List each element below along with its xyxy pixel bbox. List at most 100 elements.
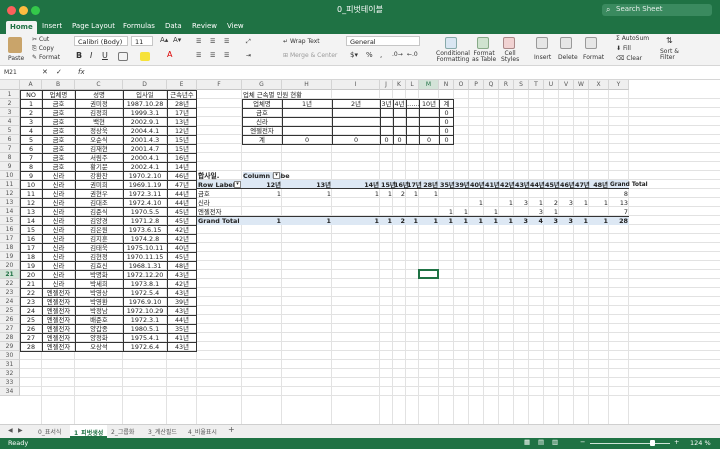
employee-table-cell[interactable]: 정상욱 — [76, 127, 122, 135]
employee-table-cell[interactable]: 엔젤전자 — [43, 298, 74, 306]
pivot-column-header[interactable]: 16년 — [394, 181, 409, 189]
pivot-column-header[interactable]: 45년 — [545, 181, 560, 189]
pivot-value-cell[interactable]: 3 — [530, 208, 543, 216]
employee-table-cell[interactable]: 신라 — [43, 190, 74, 198]
copy-button[interactable]: ⎘ Copy — [32, 45, 54, 53]
employee-table-cell[interactable]: 42년 — [168, 280, 196, 288]
summary-table-cell[interactable]: 0 — [440, 109, 453, 117]
confirm-formula-icon[interactable]: ✓ — [56, 68, 62, 76]
employee-table-cell[interactable]: 7 — [21, 154, 41, 162]
employee-table-cell[interactable]: 박명화 — [76, 271, 122, 279]
pivot-value-cell[interactable]: 1 — [333, 190, 379, 198]
pivot-grand-total-cell[interactable]: 1 — [455, 217, 468, 225]
sheet-tab-3[interactable]: 3_계산필드 — [148, 427, 177, 436]
select-all-corner[interactable] — [0, 80, 20, 90]
employee-table-cell[interactable]: 신라 — [43, 199, 74, 207]
employee-table-cell[interactable]: 39년 — [168, 298, 196, 306]
employee-table-cell[interactable]: 2 — [21, 109, 41, 117]
pivot-grand-total-cell[interactable]: 1 — [485, 217, 498, 225]
column-header[interactable]: G — [242, 80, 282, 90]
pivot-value-cell[interactable]: 1 — [420, 190, 438, 198]
employee-table-cell[interactable]: 8 — [21, 163, 41, 171]
row-header[interactable]: 31 — [0, 360, 20, 369]
pivot-column-header[interactable]: 15년 — [381, 181, 396, 189]
insert-cells-icon[interactable] — [536, 37, 548, 49]
fill-color-icon[interactable] — [140, 52, 150, 61]
row-header[interactable]: 30 — [0, 351, 20, 360]
summary-table-header[interactable]: 3년 — [381, 100, 392, 108]
employee-table-cell[interactable]: 오순식 — [76, 136, 122, 144]
sheet-tab-1[interactable]: 1_피벗생성 — [70, 425, 108, 438]
employee-table-cell[interactable]: 44년 — [168, 316, 196, 324]
pivot-column-header[interactable]: 14년 — [333, 181, 379, 189]
conditional-formatting-button[interactable]: Conditional Formatting — [436, 51, 470, 63]
pivot-grand-total-cell[interactable]: 3 — [545, 217, 558, 225]
sheet-tab-0[interactable]: 0_표서식 — [38, 427, 61, 436]
pivot-grand-total-label[interactable]: Grand Total — [198, 217, 241, 225]
employee-table-cell[interactable]: 41년 — [168, 334, 196, 342]
pivot-grand-total-cell[interactable]: 1 — [500, 217, 513, 225]
employee-table-cell[interactable]: 1972.3.1 — [124, 316, 166, 324]
indent-icon[interactable]: ⇥ — [246, 52, 251, 59]
sheet-nav-prev-icon[interactable]: ◀ — [8, 427, 13, 434]
employee-table-cell[interactable]: 13년 — [168, 118, 196, 126]
employee-table-cell[interactable]: 1970.5.5 — [124, 208, 166, 216]
pivot-row-total[interactable]: 7 — [610, 208, 628, 216]
employee-table-cell[interactable]: 박영상 — [76, 289, 122, 297]
row-header[interactable]: 17 — [0, 234, 20, 243]
normal-view-icon[interactable]: ▦ — [524, 438, 530, 446]
summary-table-cell[interactable]: 금호 — [243, 109, 281, 117]
italic-button[interactable]: I — [90, 51, 92, 60]
row-header[interactable]: 5 — [0, 126, 20, 135]
summary-table-header[interactable]: 4년 — [394, 100, 405, 108]
employee-table-cell[interactable]: 신라 — [43, 235, 74, 243]
summary-table-total[interactable]: 0 — [440, 136, 453, 144]
employee-table-cell[interactable]: 25 — [21, 316, 41, 324]
grow-font-icon[interactable]: A▴ — [160, 36, 168, 44]
cell-styles-icon[interactable] — [503, 37, 515, 49]
summary-table-total[interactable]: 0 — [381, 136, 392, 144]
pivot-column-header[interactable]: 13년 — [283, 181, 331, 189]
tab-data[interactable]: Data — [165, 22, 182, 30]
employee-table-cell[interactable]: 신라 — [43, 172, 74, 180]
pivot-grand-total-cell[interactable]: 1 — [407, 217, 418, 225]
pivot-value-cell[interactable]: 1 — [455, 208, 468, 216]
employee-table-cell[interactable]: 35년 — [168, 325, 196, 333]
summary-table-header[interactable]: 계 — [440, 100, 453, 108]
pivot-column-header[interactable]: 28년 — [420, 181, 438, 189]
zoom-in-button[interactable]: + — [674, 438, 679, 446]
employee-table-cell[interactable]: 1972.4.10 — [124, 199, 166, 207]
column-header[interactable]: V — [559, 80, 574, 90]
pivot-value-cell[interactable]: 1 — [545, 208, 558, 216]
column-header[interactable]: J — [380, 80, 393, 90]
employee-table-cell[interactable]: 2002.9.1 — [124, 118, 166, 126]
employee-table-cell[interactable]: 23 — [21, 298, 41, 306]
row-header[interactable]: 32 — [0, 369, 20, 378]
summary-table-cell[interactable]: 신라 — [243, 118, 281, 126]
row-header[interactable]: 1 — [0, 90, 20, 99]
pivot-column-header[interactable]: 35년 — [440, 181, 455, 189]
employee-table-cell[interactable]: 12년 — [168, 127, 196, 135]
summary-table-header[interactable]: 업체명 — [243, 100, 281, 108]
row-filter-dropdown-icon[interactable]: ▾ — [234, 181, 241, 188]
column-header[interactable]: H — [282, 80, 332, 90]
tab-view[interactable]: View — [227, 22, 244, 30]
row-header[interactable]: 23 — [0, 288, 20, 297]
summary-table-total[interactable]: 0 — [394, 136, 405, 144]
search-sheet-input[interactable]: ⌕ Search Sheet — [602, 4, 712, 16]
format-cells-button[interactable]: Format — [583, 54, 604, 61]
merge-center-button[interactable]: ⊞ Merge & Center — [283, 52, 337, 59]
pivot-grand-total-header[interactable]: Grand Total — [610, 181, 648, 189]
summary-table-cell[interactable]: 0 — [440, 127, 453, 135]
employee-table-cell[interactable]: 28 — [21, 343, 41, 351]
employee-table-cell[interactable]: 1970.2.10 — [124, 172, 166, 180]
pivot-column-header[interactable]: 12년 — [243, 181, 281, 189]
row-header[interactable]: 10 — [0, 171, 20, 180]
align-right-icon[interactable]: ☰ — [224, 52, 229, 59]
autosum-button[interactable]: Σ AutoSum — [616, 35, 649, 42]
format-as-table-button[interactable]: Format as Table — [472, 51, 496, 63]
cut-button[interactable]: ✂ Cut — [32, 36, 49, 43]
pivot-value-cell[interactable]: 3 — [560, 199, 573, 207]
column-header[interactable]: D — [123, 80, 167, 90]
tab-home[interactable]: Home — [6, 21, 37, 34]
